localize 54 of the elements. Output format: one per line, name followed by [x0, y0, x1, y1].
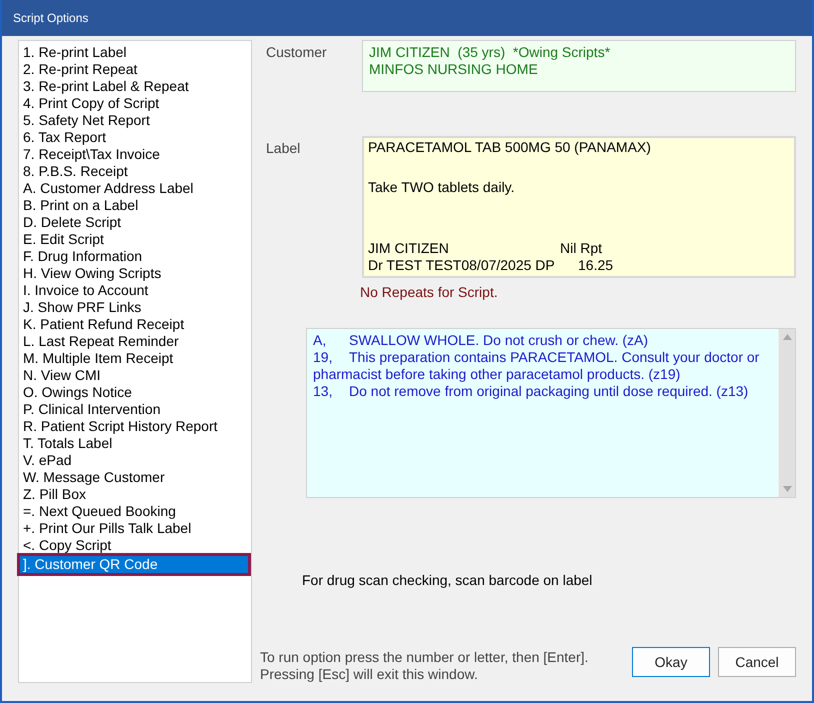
option-item[interactable]: K. Patient Refund Receipt	[20, 316, 250, 333]
option-item[interactable]: R. Patient Script History Report	[20, 418, 250, 435]
prescriber-text: Dr TEST TEST08/07/2025 DP	[368, 257, 556, 274]
option-item[interactable]: L. Last Repeat Reminder	[20, 333, 250, 350]
option-item[interactable]: <. Copy Script	[20, 537, 250, 554]
price-text: 16.25	[578, 257, 614, 274]
option-item[interactable]: 7. Receipt\Tax Invoice	[20, 146, 250, 163]
customer-label: Customer	[265, 43, 328, 62]
option-item[interactable]: P. Clinical Intervention	[20, 401, 250, 418]
option-item[interactable]: +. Print Our Pills Talk Label	[20, 520, 250, 537]
option-item[interactable]: 4. Print Copy of Script	[20, 95, 250, 112]
option-item[interactable]: F. Drug Information	[20, 248, 250, 265]
option-item[interactable]: 2. Re-print Repeat	[20, 61, 250, 78]
help-text: To run option press the number or letter, then [Enter].	[260, 649, 588, 666]
option-item[interactable]: N. View CMI	[20, 367, 250, 384]
scrollbar[interactable]	[778, 329, 795, 497]
option-item[interactable]: A. Customer Address Label	[20, 180, 250, 197]
label-caption: Label	[265, 139, 302, 158]
warning-text: 13, Do not remove from original packaging until dose required. (z13)	[313, 383, 750, 400]
repeats-text: Nil Rpt	[560, 240, 602, 257]
option-item[interactable]: ]. Customer QR Code	[20, 556, 248, 573]
scroll-up-icon[interactable]	[782, 334, 792, 340]
option-item[interactable]: 3. Re-print Label & Repeat	[20, 78, 250, 95]
option-item[interactable]: W. Message Customer	[20, 469, 250, 486]
option-item[interactable]: 6. Tax Report	[20, 129, 250, 146]
option-item[interactable]: M. Multiple Item Receipt	[20, 350, 250, 367]
repeat-notice: No Repeats for Script.	[360, 284, 498, 300]
option-item[interactable]: I. Invoice to Account	[20, 282, 250, 299]
scroll-down-icon[interactable]	[782, 486, 792, 492]
option-item[interactable]: 8. P.B.S. Receipt	[20, 163, 250, 180]
help-text: Pressing [Esc] will exit this window.	[260, 666, 479, 683]
patient-name: JIM CITIZEN	[368, 240, 450, 257]
option-item[interactable]: 1. Re-print Label	[20, 44, 250, 61]
option-item[interactable]: =. Next Queued Booking	[20, 503, 250, 520]
drug-name: PARACETAMOL TAB 500MG 50 (PANAMAX)	[368, 139, 652, 156]
option-item[interactable]: J. Show PRF Links	[20, 299, 250, 316]
option-item[interactable]: Z. Pill Box	[20, 486, 250, 503]
option-item[interactable]: E. Edit Script	[20, 231, 250, 248]
option-item[interactable]: H. View Owing Scripts	[20, 265, 250, 282]
option-item[interactable]: B. Print on a Label	[20, 197, 250, 214]
customer-text: MINFOS NURSING HOME	[369, 61, 539, 78]
directions-text: Take TWO tablets daily.	[368, 179, 516, 196]
warning-text: 19, This preparation contains PARACETAMOL. Consult your doctor or pharmacist before taking other paracetamol products. (z19)	[313, 349, 760, 383]
warning-text: A, SWALLOW WHOLE. Do not crush or chew. (zA)	[313, 332, 650, 349]
option-item[interactable]: 5. Safety Net Report	[20, 112, 250, 129]
cancel-button[interactable]: Cancel	[718, 647, 796, 677]
option-item[interactable]: O. Owings Notice	[20, 384, 250, 401]
option-item[interactable]: T. Totals Label	[20, 435, 250, 452]
scan-hint: For drug scan checking, scan barcode on label	[302, 572, 592, 588]
option-item[interactable]: D. Delete Script	[20, 214, 250, 231]
option-item[interactable]: V. ePad	[20, 452, 250, 469]
window-title: Script Options	[13, 11, 88, 25]
okay-button[interactable]: Okay	[632, 647, 710, 677]
customer-text: JIM CITIZEN (35 yrs) *Owing Scripts*	[369, 44, 612, 61]
